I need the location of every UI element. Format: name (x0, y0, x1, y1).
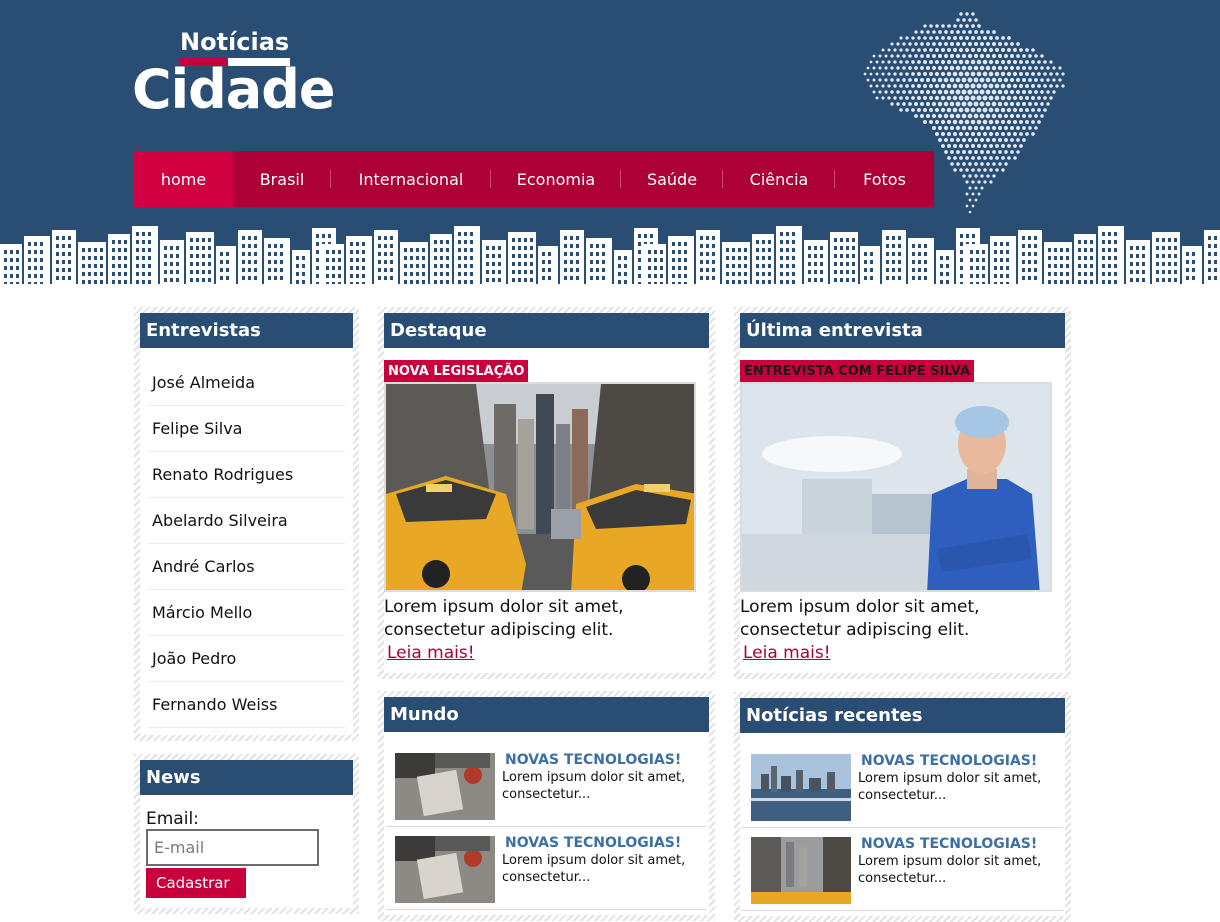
nav-label: Economia (516, 169, 596, 189)
list-item[interactable]: Felipe Silva (148, 406, 345, 452)
doctor-image (742, 384, 1050, 590)
desk-thumbnail (395, 836, 495, 903)
site-logo[interactable]: Notícias Cidade (132, 28, 336, 121)
panel-title: Notícias recentes (740, 698, 1065, 733)
nav-item-internacional[interactable]: Internacional (331, 151, 491, 207)
email-field[interactable] (146, 829, 319, 866)
interview-summary: Lorem ipsum dolor sit amet, consectetur … (740, 597, 980, 640)
main-nav: home Brasil Internacional Economia Saúde… (134, 151, 934, 207)
panel-title: Entrevistas (140, 313, 353, 348)
featured-read-more-link[interactable]: Leia mais! (387, 642, 475, 664)
item-title[interactable]: NOVAS TECNOLOGIAS! (505, 834, 707, 852)
featured-summary: Lorem ipsum dolor sit amet, consectetur … (384, 597, 624, 640)
panel-title: Destaque (384, 313, 709, 348)
panel-title: Última entrevista (740, 313, 1065, 348)
list-item[interactable]: Márcio Mello (148, 590, 345, 636)
interview-tag: ENTREVISTA COM FELIPE SILVA (740, 360, 975, 382)
list-item[interactable]: Fernando Weiss (148, 682, 345, 728)
email-label: Email: (146, 809, 199, 829)
featured-photo[interactable] (384, 382, 696, 592)
list-item[interactable]: NOVAS TECNOLOGIAS! Lorem ipsum dolor sit… (386, 744, 707, 827)
interviews-panel: Entrevistas José Almeida Felipe Silva Re… (134, 307, 359, 741)
desk-thumbnail (395, 753, 495, 820)
featured-tag: NOVA LEGISLAÇÃO (384, 360, 529, 382)
site-header: Notícias Cidade home Brasil Internaciona… (0, 0, 1220, 290)
recent-news-panel: Notícias recentes NOVAS TECNOLOGIAS! Lor… (734, 692, 1071, 922)
taxi-street-image (386, 384, 694, 590)
interview-photo[interactable] (740, 382, 1052, 592)
nav-label: Ciência (749, 169, 809, 189)
nav-label: Brasil (259, 169, 305, 189)
city-skyline-illustration (0, 226, 1220, 290)
list-item[interactable]: NOVAS TECNOLOGIAS! Lorem ipsum dolor sit… (386, 827, 707, 910)
last-interview-panel: Última entrevista ENTREVISTA COM FELIPE … (734, 307, 1071, 679)
item-title[interactable]: NOVAS TECNOLOGIAS! (505, 751, 707, 769)
nav-label: Fotos (863, 169, 906, 189)
city-thumbnail (751, 754, 851, 821)
nav-label: Saúde (646, 169, 698, 189)
subscribe-button[interactable]: Cadastrar (146, 868, 246, 898)
list-item[interactable]: NOVAS TECNOLOGIAS! Lorem ipsum dolor sit… (742, 828, 1063, 911)
list-item[interactable]: Renato Rodrigues (148, 452, 345, 498)
panel-title: News (140, 760, 353, 795)
item-text: Lorem ipsum dolor sit amet, consectetur.… (858, 771, 1042, 803)
nav-item-fotos[interactable]: Fotos (835, 151, 934, 207)
list-item[interactable]: Abelardo Silveira (148, 498, 345, 544)
nav-item-ciencia[interactable]: Ciência (723, 151, 835, 207)
nav-item-saude[interactable]: Saúde (621, 151, 723, 207)
item-title[interactable]: NOVAS TECNOLOGIAS! (861, 835, 1063, 853)
newsletter-panel: News Email: Cadastrar (134, 754, 359, 914)
list-item[interactable]: André Carlos (148, 544, 345, 590)
item-title[interactable]: NOVAS TECNOLOGIAS! (861, 752, 1063, 770)
featured-panel: Destaque NOVA LEGISLAÇÃO Lorem ipsum dol… (378, 307, 715, 679)
interview-read-more-link[interactable]: Leia mais! (743, 642, 831, 664)
nav-label: Internacional (358, 169, 464, 189)
item-text: Lorem ipsum dolor sit amet, consectetur.… (858, 854, 1042, 886)
nav-item-home[interactable]: home (134, 151, 233, 207)
street-thumbnail (751, 837, 851, 904)
nav-item-brasil[interactable]: Brasil (233, 151, 331, 207)
list-item[interactable]: João Pedro (148, 636, 345, 682)
item-text: Lorem ipsum dolor sit amet, consectetur.… (502, 770, 686, 802)
world-panel: Mundo NOVAS TECNOLOGIAS! Lorem ipsum dol… (378, 691, 715, 921)
list-item[interactable]: NOVAS TECNOLOGIAS! Lorem ipsum dolor sit… (742, 745, 1063, 828)
panel-title: Mundo (384, 697, 709, 732)
logo-main-text: Cidade (132, 58, 336, 121)
list-item[interactable]: José Almeida (148, 360, 345, 406)
nav-item-economia[interactable]: Economia (491, 151, 621, 207)
nav-label: home (160, 169, 207, 189)
item-text: Lorem ipsum dolor sit amet, consectetur.… (502, 853, 686, 885)
logo-top-text: Notícias (180, 28, 290, 56)
